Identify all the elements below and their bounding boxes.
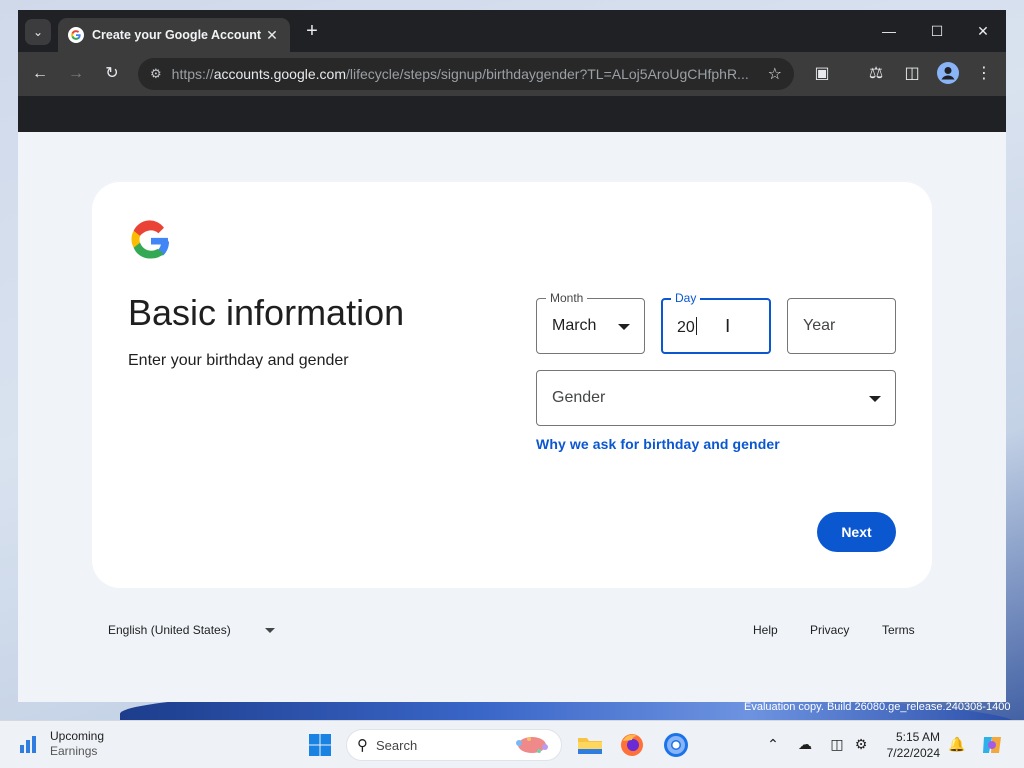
minimize-icon[interactable]: — [866,18,912,44]
clock[interactable]: 5:15 AM 7/22/2024 [884,729,940,761]
chevron-down-icon [618,324,630,330]
text-cursor-icon: Ⅰ [725,316,731,336]
signup-card: Basic information Enter your birthday an… [92,182,932,588]
clock-date: 7/22/2024 [886,746,940,760]
onedrive-offline-icon[interactable]: ☁ [796,735,814,753]
browser-window: ⌄ Create your Google Account ✕ + — ☐ ✕ ←… [18,10,1006,702]
back-icon[interactable]: ← [28,62,52,86]
language-select[interactable]: English (United States) [108,623,231,637]
search-icon: ⚲ [357,737,368,754]
search-highlight-icon [516,737,548,753]
clock-time: 5:15 AM [895,730,940,744]
stocks-chart-icon [20,736,36,753]
day-value: 20 [677,317,697,336]
gender-placeholder: Gender [552,389,606,406]
tab-close-icon[interactable]: ✕ [264,27,280,44]
copilot-icon[interactable] [980,733,1004,757]
chevron-up-icon[interactable]: ⌃ [764,735,782,753]
tab-search-icon[interactable]: ⌄ [25,19,51,45]
page-title: Basic information [128,292,405,333]
new-tab-icon[interactable]: + [300,20,324,44]
browser-toolbar: ← → ↻ ⚙ https://accounts.google.com/life… [18,52,1006,96]
windows-start-icon[interactable] [308,733,332,757]
infobar [18,96,1006,132]
tab-title: Create your Google Account [92,28,262,42]
year-input[interactable]: Year [787,298,896,354]
widget-subtitle: Earnings [50,744,98,758]
month-label: Month [546,291,588,305]
taskbar: Upcoming Earnings ⚲ Search ⌃ ☁ ◫ ⚙ 5:15 … [0,720,1024,768]
extensions-icon[interactable]: ▣ [810,62,834,86]
labs-icon[interactable]: ⚖ [864,62,888,86]
next-button[interactable]: Next [817,512,896,552]
bookmark-star-icon[interactable]: ☆ [768,64,782,84]
google-logo-icon [131,220,170,259]
desktop-icons-edge [0,0,18,720]
url-text: https://accounts.google.com/lifecycle/st… [171,66,749,82]
file-explorer-icon[interactable] [576,731,604,759]
chevron-down-icon [869,396,881,402]
widgets-button[interactable]: Upcoming Earnings [18,729,104,759]
month-value: March [552,317,597,334]
year-placeholder: Year [803,317,836,334]
maximize-icon[interactable]: ☐ [914,18,960,44]
google-favicon-icon [68,27,84,43]
site-info-icon[interactable]: ⚙ [150,66,162,82]
widget-title: Upcoming [50,729,105,743]
gender-select[interactable]: Gender [536,370,896,426]
profile-avatar-icon[interactable] [936,62,960,86]
menu-kebab-icon[interactable]: ⋮ [972,62,996,86]
address-bar[interactable]: ⚙ https://accounts.google.com/lifecycle/… [138,58,794,90]
side-panel-icon[interactable]: ◫ [900,62,924,86]
terms-link[interactable]: Terms [882,623,915,637]
page-content: Basic information Enter your birthday an… [18,132,1006,702]
month-select[interactable]: Month March [536,291,645,354]
day-input[interactable]: Day 20 Ⅰ [661,291,771,354]
display-icon[interactable]: ◫ [828,735,846,753]
tab-active[interactable]: Create your Google Account ✕ [58,18,290,52]
privacy-link[interactable]: Privacy [810,623,849,637]
day-label: Day [671,291,701,305]
page-subtitle: Enter your birthday and gender [128,352,349,369]
chevron-down-icon [265,628,275,633]
reload-icon[interactable]: ↻ [100,62,124,86]
notification-bell-icon[interactable]: 🔔 [948,735,966,753]
taskbar-search[interactable]: ⚲ Search [346,729,562,761]
close-window-icon[interactable]: ✕ [960,18,1006,44]
forward-icon[interactable]: → [64,62,88,86]
firefox-icon[interactable] [618,731,646,759]
why-we-ask-link[interactable]: Why we ask for birthday and gender [536,436,780,452]
tab-strip: ⌄ Create your Google Account ✕ + — ☐ ✕ [18,10,1006,52]
network-icon[interactable]: ⚙ [852,735,870,753]
search-placeholder: Search [376,737,418,753]
evaluation-watermark: Evaluation copy. Build 26080.ge_release.… [744,701,1011,713]
page-footer: English (United States) Help Privacy Ter… [18,620,1006,640]
chrome-icon[interactable] [662,731,690,759]
help-link[interactable]: Help [753,623,778,637]
